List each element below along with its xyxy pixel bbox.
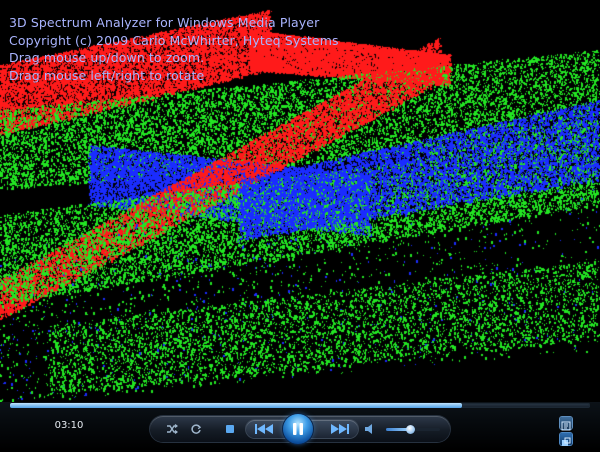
stop-icon <box>226 425 234 433</box>
next-icon <box>331 424 349 434</box>
credit-line-title: 3D Spectrum Analyzer for Windows Media P… <box>9 15 320 30</box>
volume-slider[interactable] <box>386 425 440 434</box>
shuffle-button[interactable] <box>163 416 181 442</box>
credit-line-copyright: Copyright (c) 2009 Carlo McWhirter, Hyte… <box>9 32 339 48</box>
seek-progress <box>10 403 463 408</box>
previous-button[interactable] <box>252 416 276 442</box>
switch-to-library-button[interactable] <box>560 417 572 431</box>
stop-button[interactable] <box>221 416 239 442</box>
full-screen-icon <box>562 437 571 446</box>
shuffle-icon <box>167 424 178 434</box>
pause-icon <box>293 423 303 435</box>
full-screen-button[interactable] <box>560 433 572 446</box>
speaker-icon <box>365 424 372 434</box>
repeat-button[interactable] <box>187 416 205 442</box>
mute-button[interactable] <box>362 416 378 442</box>
repeat-icon <box>191 424 202 434</box>
credit-line-rotate-hint: Drag mouse left/right to rotate <box>9 67 205 83</box>
pause-button[interactable] <box>283 414 313 444</box>
previous-icon <box>255 424 273 434</box>
elapsed-time: 03:10 <box>54 420 84 431</box>
visualization-credits: 3D Spectrum Analyzer for Windows Media P… <box>9 14 339 84</box>
switch-to-library-icon <box>561 421 571 431</box>
transport-controls <box>150 414 450 444</box>
volume-thumb[interactable] <box>406 425 416 434</box>
credit-line-zoom-hint: Drag mouse up/down to zoom. <box>9 50 205 65</box>
next-button[interactable] <box>328 416 352 442</box>
seek-bar[interactable] <box>10 403 590 408</box>
player-control-bar: 03:10 <box>0 402 600 450</box>
